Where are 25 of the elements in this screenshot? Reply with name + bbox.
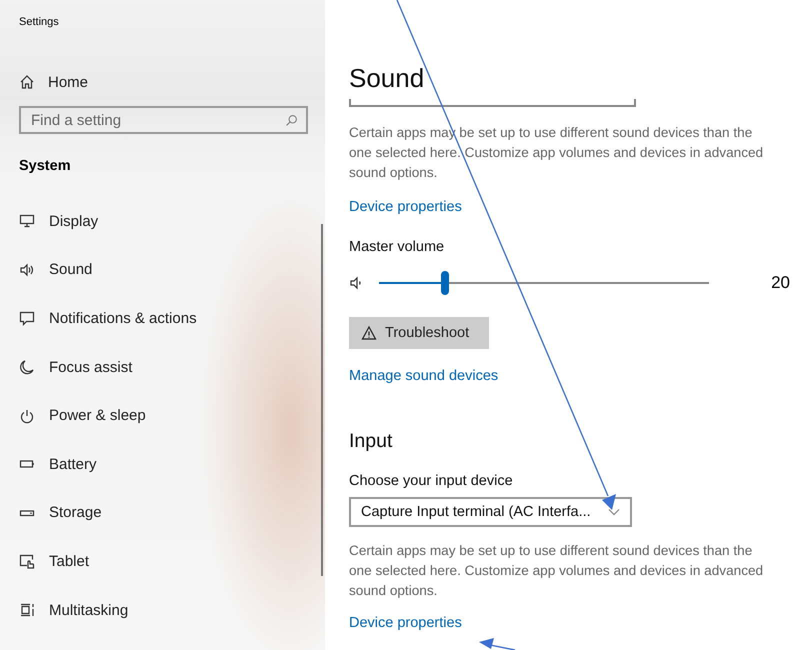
- manage-devices-link[interactable]: Manage sound devices: [349, 368, 498, 384]
- page-title: Sound: [349, 63, 426, 95]
- nav-item[interactable]: Sound: [49, 261, 92, 278]
- troubleshoot-button[interactable]: Troubleshoot: [349, 317, 489, 349]
- nav-item[interactable]: Notifications & actions: [49, 310, 197, 327]
- nav-item[interactable]: Storage: [49, 504, 102, 522]
- info-text: Certain apps may be set up to use different sound devices than the one selected here. Customize app volumes and devices in advanced sound options.: [349, 542, 764, 600]
- device-properties-link[interactable]: Device properties: [349, 199, 462, 215]
- window-title: Settings: [19, 16, 60, 30]
- volume-label: Master volume: [349, 239, 446, 255]
- nav-item[interactable]: Display: [49, 212, 98, 230]
- volume-value: 20: [771, 273, 790, 293]
- device-properties-link[interactable]: Device properties: [349, 615, 462, 631]
- nav-item[interactable]: Focus assist: [49, 358, 132, 376]
- input-dropdown[interactable]: Capture Input terminal (AC Interfa...: [349, 497, 632, 527]
- section-heading: Input: [349, 430, 394, 453]
- search-field[interactable]: Find a setting: [19, 106, 308, 134]
- input-label: Choose your input device: [349, 473, 514, 489]
- nav-item[interactable]: Multitasking: [49, 602, 128, 619]
- nav-item[interactable]: Tablet: [49, 552, 90, 570]
- section-heading: System: [19, 158, 72, 176]
- nav-item[interactable]: Battery: [49, 456, 97, 473]
- nav-item[interactable]: Power & sleep: [49, 407, 146, 424]
- home-link[interactable]: Home: [48, 74, 88, 90]
- search-input[interactable]: Find a setting: [31, 112, 285, 128]
